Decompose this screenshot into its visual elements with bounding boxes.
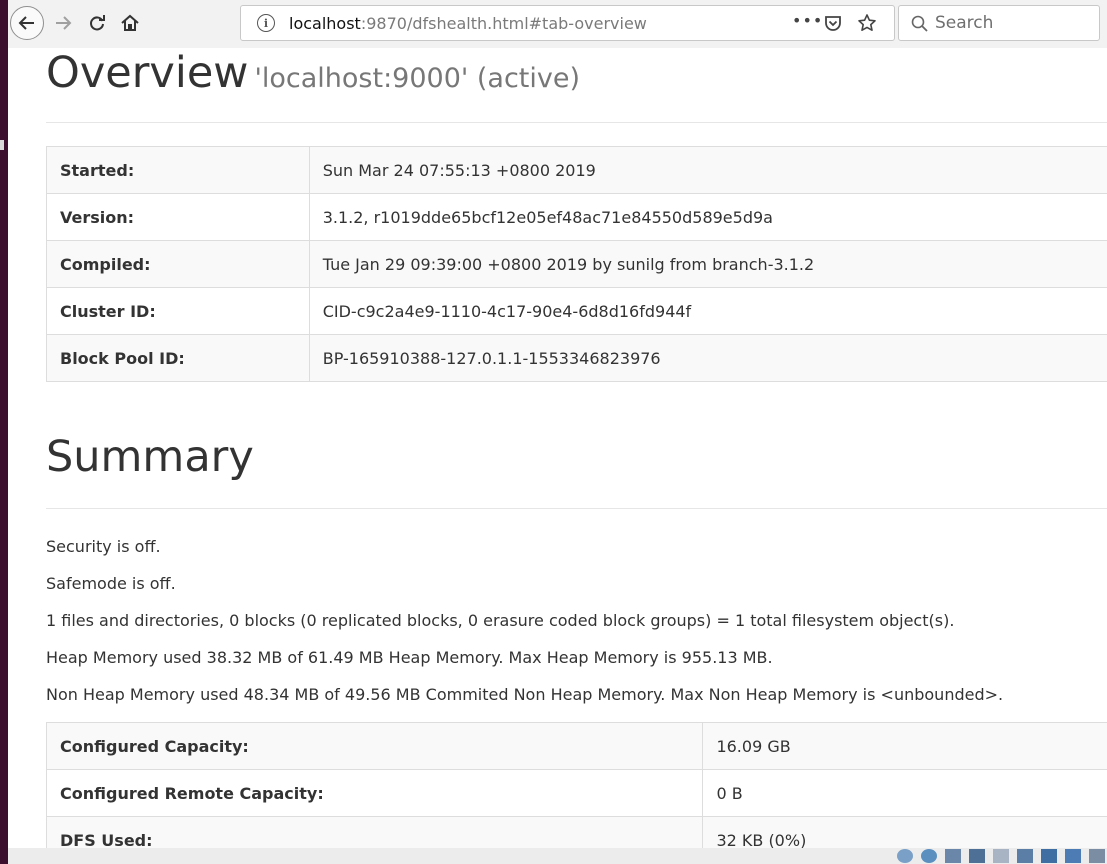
reload-button[interactable] [82, 6, 112, 40]
table-row: Cluster ID: CID-c9c2a4e9-1110-4c17-90e4-6… [46, 287, 1107, 335]
star-icon [858, 14, 876, 31]
row-label: Started: [46, 146, 310, 194]
overview-heading: Overview'localhost:9000' (active) [46, 48, 580, 98]
reload-icon [90, 15, 105, 31]
system-tray [897, 848, 1107, 864]
overview-table: Started: Sun Mar 24 07:55:13 +0800 2019 V… [46, 146, 1107, 382]
table-row: Configured Capacity: 16.09 GB [45, 722, 1107, 770]
row-value: 16.09 GB [702, 722, 1107, 770]
pocket-icon [825, 16, 841, 31]
row-label: Configured Remote Capacity: [45, 769, 704, 817]
status-bar [8, 848, 1107, 864]
tray-chip-icon[interactable] [1089, 849, 1105, 863]
table-row: Compiled: Tue Jan 29 09:39:00 +0800 2019 … [46, 240, 1107, 288]
tray-folder-icon[interactable] [945, 849, 961, 863]
overview-subtitle: 'localhost:9000' (active) [254, 63, 581, 94]
forward-button[interactable] [48, 6, 78, 40]
search-bar[interactable] [898, 5, 1100, 41]
row-value: BP-165910388-127.0.1.1-1553346823976 [308, 334, 1107, 382]
url-text[interactable]: localhost:9870/dfshealth.html#tab-overvi… [289, 14, 647, 33]
tray-display-icon[interactable] [969, 849, 985, 863]
url-path: :9870/dfshealth.html#tab-overview [360, 14, 647, 33]
row-value: Sun Mar 24 07:55:13 +0800 2019 [308, 146, 1107, 194]
filesystem-objects: 1 files and directories, 0 blocks (0 rep… [46, 611, 955, 630]
info-icon[interactable]: i [257, 14, 275, 32]
table-row: DFS Used: 32 KB (0%) [45, 816, 1107, 848]
bookmark-button[interactable] [857, 13, 877, 37]
page-actions-button[interactable]: ••• [792, 11, 823, 30]
tray-pen-icon[interactable] [993, 849, 1009, 863]
row-value: 3.1.2, r1019dde65bcf12e05ef48ac71e84550d… [308, 193, 1107, 241]
row-value: 32 KB (0%) [702, 816, 1107, 848]
table-row: Configured Remote Capacity: 0 B [45, 769, 1107, 817]
table-row: Started: Sun Mar 24 07:55:13 +0800 2019 [46, 146, 1107, 194]
row-label: Block Pool ID: [46, 334, 310, 382]
non-heap-memory: Non Heap Memory used 48.34 MB of 49.56 M… [46, 685, 1004, 704]
home-button[interactable] [114, 6, 146, 40]
tray-usb-icon[interactable] [1065, 849, 1081, 863]
row-label: DFS Used: [45, 816, 704, 848]
window-edge-handle [0, 140, 4, 150]
tray-window-icon[interactable] [1017, 849, 1033, 863]
capacity-table: Configured Capacity: 16.09 GB Configured … [45, 722, 1107, 848]
tray-screen-icon[interactable] [1041, 849, 1057, 863]
desktop-edge [0, 0, 8, 864]
row-value: 0 B [702, 769, 1107, 817]
row-label: Version: [46, 193, 310, 241]
security-status: Security is off. [46, 537, 161, 556]
table-row: Version: 3.1.2, r1019dde65bcf12e05ef48ac7… [46, 193, 1107, 241]
overview-title: Overview [46, 48, 249, 98]
page-content: Overview'localhost:9000' (active) Starte… [8, 48, 1107, 848]
search-input[interactable] [935, 11, 1085, 35]
summary-title: Summary [46, 432, 254, 482]
row-label: Cluster ID: [46, 287, 310, 335]
overview-divider [46, 122, 1107, 123]
pocket-button[interactable] [823, 13, 843, 37]
arrow-right-icon [56, 16, 72, 30]
summary-text: Security is off. Safemode is off. 1 file… [46, 536, 1003, 721]
browser-toolbar: i localhost:9870/dfshealth.html#tab-over… [8, 0, 1107, 48]
summary-divider [46, 508, 1107, 509]
heap-memory: Heap Memory used 38.32 MB of 61.49 MB He… [46, 648, 773, 667]
row-value: Tue Jan 29 09:39:00 +0800 2019 by sunilg… [308, 240, 1107, 288]
row-value: CID-c9c2a4e9-1110-4c17-90e4-6d8d16fd944f [308, 287, 1107, 335]
url-host: localhost [289, 14, 361, 33]
row-label: Compiled: [46, 240, 310, 288]
search-icon [911, 15, 928, 32]
home-icon [121, 14, 139, 31]
tray-network-icon[interactable] [921, 849, 937, 863]
tray-search-icon[interactable] [897, 849, 913, 863]
table-row: Block Pool ID: BP-165910388-127.0.1.1-155… [46, 334, 1107, 382]
arrow-left-icon [18, 16, 34, 30]
row-label: Configured Capacity: [45, 722, 704, 770]
safemode-status: Safemode is off. [46, 574, 176, 593]
address-bar[interactable]: i localhost:9870/dfshealth.html#tab-over… [240, 5, 895, 41]
back-button[interactable] [10, 6, 44, 40]
